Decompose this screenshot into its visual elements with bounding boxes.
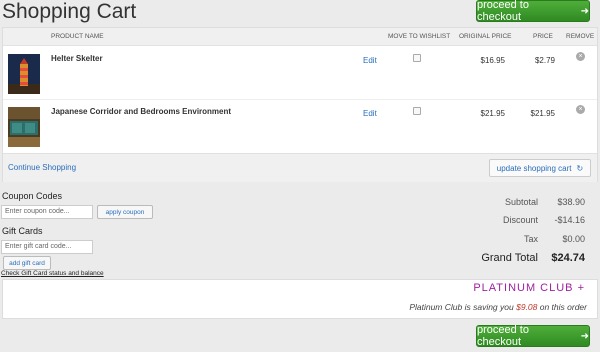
tax-value: $0.00: [562, 234, 585, 244]
savings-amount: $9.08: [516, 302, 538, 312]
grand-total-label: Grand Total: [481, 252, 538, 264]
gift-card-input[interactable]: Enter gift card code...: [1, 240, 93, 254]
arrow-right-icon: ➜: [580, 5, 589, 17]
product-thumbnail[interactable]: [8, 107, 40, 147]
edit-link[interactable]: Edit: [363, 109, 377, 118]
apply-coupon-button[interactable]: apply coupon: [97, 205, 153, 219]
savings-prefix: Platinum Club is saving you: [409, 302, 517, 312]
proceed-to-checkout-button-top[interactable]: proceed to checkout ➜: [476, 0, 590, 23]
edit-link[interactable]: Edit: [363, 56, 377, 65]
remove-icon[interactable]: ×: [576, 105, 585, 114]
column-original-price: ORIGINAL PRICE: [459, 33, 512, 40]
product-thumbnail[interactable]: [8, 54, 40, 94]
page-title: Shopping Cart: [2, 0, 137, 23]
grand-total-value: $24.74: [551, 252, 585, 264]
cart-table: PRODUCT NAME MOVE TO WISHLIST ORIGINAL P…: [2, 27, 598, 182]
checkout-label: proceed to checkout: [477, 0, 529, 23]
update-shopping-cart-button[interactable]: update shopping cart ↻: [489, 159, 591, 177]
column-product-name: PRODUCT NAME: [51, 33, 104, 40]
platinum-club-logo: PLATINUM CLUB +: [473, 282, 585, 294]
arrow-right-icon: ➜: [580, 330, 589, 342]
remove-icon[interactable]: ×: [576, 52, 585, 61]
tax-label: Tax: [523, 234, 538, 244]
discount-label: Discount: [502, 215, 538, 225]
coupon-input[interactable]: Enter coupon code...: [1, 205, 93, 219]
proceed-to-checkout-button-bottom[interactable]: proceed to checkout ➜: [476, 324, 590, 348]
coupon-heading: Coupon Codes: [2, 191, 63, 201]
platinum-club-banner: PLATINUM CLUB + Platinum Club is saving …: [2, 279, 598, 319]
original-price: $16.95: [480, 56, 505, 65]
savings-suffix: on this order: [537, 302, 587, 312]
wishlist-checkbox[interactable]: [413, 54, 421, 62]
product-name[interactable]: Japanese Corridor and Bedrooms Environme…: [51, 107, 231, 116]
platinum-savings-text: Platinum Club is saving you $9.08 on thi…: [409, 302, 587, 312]
subtotal-value: $38.90: [557, 197, 585, 207]
gift-cards-heading: Gift Cards: [2, 226, 43, 236]
column-move-to-wishlist: MOVE TO WISHLIST: [388, 33, 451, 40]
cart-item-row: Japanese Corridor and Bedrooms Environme…: [3, 100, 597, 153]
cart-footer: Continue Shopping update shopping cart ↻: [3, 153, 597, 182]
column-remove: REMOVE: [566, 33, 595, 40]
wishlist-checkbox[interactable]: [413, 107, 421, 115]
discount-value: -$14.16: [554, 215, 585, 225]
add-gift-card-button[interactable]: add gift card: [3, 256, 51, 270]
price: $2.79: [534, 56, 555, 65]
refresh-icon: ↻: [576, 163, 584, 173]
update-label: update shopping cart: [496, 163, 572, 173]
cart-table-header: PRODUCT NAME MOVE TO WISHLIST ORIGINAL P…: [3, 28, 597, 46]
column-price: PRICE: [533, 33, 553, 40]
checkout-label: proceed to checkout: [477, 324, 529, 348]
continue-shopping-link[interactable]: Continue Shopping: [8, 163, 76, 172]
price: $21.95: [530, 109, 555, 118]
subtotal-label: Subtotal: [504, 197, 538, 207]
original-price: $21.95: [480, 109, 505, 118]
cart-item-row: Helter Skelter Edit $16.95 $2.79 ×: [3, 47, 597, 100]
gift-card-balance-link[interactable]: Check Gift Card status and balance: [1, 270, 104, 277]
product-name[interactable]: Helter Skelter: [51, 54, 103, 63]
